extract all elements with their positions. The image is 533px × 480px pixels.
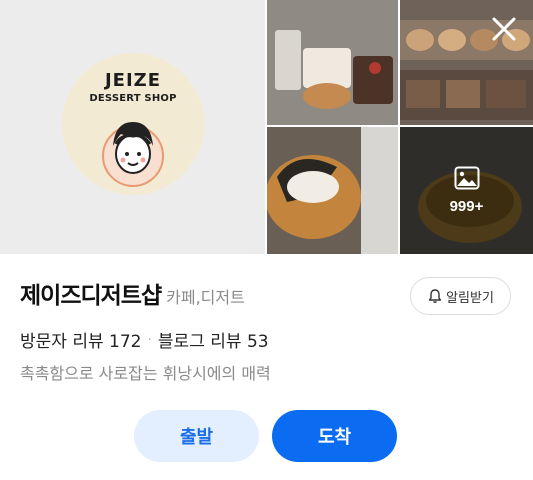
photo-donut-image: [267, 127, 398, 254]
review-counts: 방문자 리뷰 172 · 블로그 리뷰 53: [20, 327, 269, 353]
shop-logo: JEIZE DESSERT SHOP: [62, 53, 204, 195]
alarm-label: 알림받기: [446, 290, 494, 306]
visitor-reviews-label: 방문자 리뷰: [20, 332, 104, 352]
visitor-reviews-count: 172: [109, 332, 142, 352]
logo-face-illustration: [102, 122, 164, 187]
visitor-reviews-link[interactable]: 방문자 리뷰 172: [20, 327, 141, 352]
photo-gallery: JEIZE DESSERT SHOP 999+: [0, 0, 533, 254]
photo-donut[interactable]: [267, 127, 398, 254]
close-icon: [492, 17, 516, 41]
main-photo-logo[interactable]: JEIZE DESSERT SHOP: [0, 0, 265, 254]
alarm-button[interactable]: 알림받기: [410, 277, 511, 315]
close-button[interactable]: [487, 12, 521, 46]
review-separator: ·: [147, 331, 152, 348]
place-description: 촉촉함으로 사로잡는 휘낭시에의 매력: [20, 364, 271, 383]
logo-title: JEIZE: [104, 70, 162, 91]
depart-button[interactable]: 출발: [134, 410, 259, 462]
blog-reviews-count: 53: [246, 332, 269, 352]
place-category: 카페,디저트: [166, 288, 245, 307]
more-photos-count: 999+: [449, 198, 484, 215]
logo-subtitle: DESSERT SHOP: [89, 93, 177, 104]
place-name: 제이즈디저트샵: [20, 283, 162, 309]
title-row: 제이즈디저트샵 카페,디저트: [20, 276, 245, 310]
photo-drinks-pastry-image: [267, 0, 398, 125]
photo-drinks-pastry[interactable]: [267, 0, 398, 125]
bell-icon: [428, 289, 442, 303]
blog-reviews-link[interactable]: 블로그 리뷰 53: [158, 327, 269, 352]
image-icon: [454, 166, 479, 190]
arrive-button[interactable]: 도착: [272, 410, 397, 462]
blog-reviews-label: 블로그 리뷰: [157, 332, 242, 352]
more-photos-overlay[interactable]: 999+: [400, 127, 533, 254]
